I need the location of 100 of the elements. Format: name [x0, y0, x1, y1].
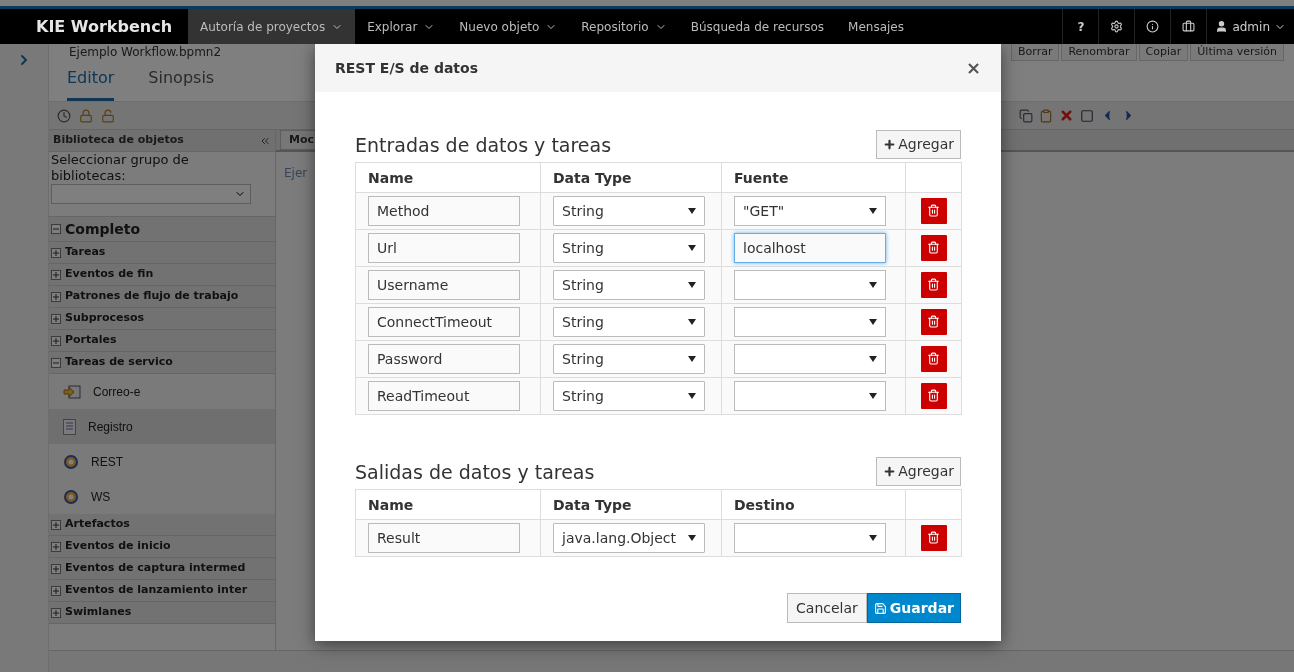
name-field[interactable]: ReadTimeout [368, 381, 520, 411]
trash-icon [927, 531, 940, 545]
source-field[interactable]: localhost [734, 233, 886, 263]
caret-icon [869, 393, 877, 399]
select-value: String [562, 349, 604, 369]
envelope-arrow-icon [63, 384, 81, 399]
caret-icon [869, 535, 877, 541]
delete-icon[interactable] [1059, 108, 1074, 123]
library-item[interactable]: Registro [49, 409, 275, 444]
info-icon [1146, 20, 1160, 33]
caret-icon [869, 356, 877, 362]
trash-icon [927, 278, 940, 292]
nav-menu[interactable]: Nuevo objeto [447, 9, 570, 44]
name-field[interactable]: Url [368, 233, 520, 263]
section-title: Entradas de datos y tareas [355, 132, 612, 158]
select-field[interactable]: String [553, 196, 705, 226]
caret-icon [688, 319, 696, 325]
nav-menu[interactable]: Búsqueda de recursos [678, 9, 837, 44]
gear-circle-icon [63, 453, 79, 470]
collapse-icon[interactable] [51, 357, 61, 368]
name-field[interactable]: Username [368, 270, 520, 300]
document-icon [63, 418, 76, 435]
library-section[interactable]: Tareas [65, 244, 106, 261]
column-header: Destino [734, 496, 795, 513]
name-field[interactable]: ConnectTimeout [368, 307, 520, 337]
history-icon[interactable] [57, 108, 71, 123]
document-title: Ejemplo Workflow.bpmn2 [69, 44, 222, 61]
unlock-icon[interactable] [101, 108, 115, 123]
save-button[interactable]: Guardar [866, 593, 961, 623]
expand-icon[interactable] [51, 585, 61, 596]
expand-icon[interactable] [51, 335, 61, 346]
select-value: String [562, 201, 604, 221]
delete-button[interactable] [920, 382, 947, 409]
expand-icon[interactable] [51, 519, 61, 530]
collapse-icon[interactable] [51, 224, 61, 234]
plus-icon [883, 465, 897, 478]
panel-title: Biblioteca de objetos [53, 132, 184, 149]
close-button[interactable]: × [965, 59, 981, 77]
source-select[interactable] [734, 523, 886, 553]
nav-menu[interactable]: Autoría de proyectos [188, 9, 356, 44]
name-field[interactable]: Method [368, 196, 520, 226]
expand-icon[interactable] [51, 313, 61, 324]
delete-button[interactable] [920, 345, 947, 372]
select-field[interactable]: String [553, 307, 705, 337]
source-select[interactable] [734, 344, 886, 374]
add-button[interactable]: Agregar [876, 130, 961, 159]
caret-icon [869, 282, 877, 288]
select-value: "GET" [743, 201, 785, 221]
expand-icon[interactable] [51, 269, 61, 280]
column-header: Name [368, 496, 414, 513]
caret-icon [688, 208, 696, 214]
column-header: Data Type [553, 169, 632, 186]
library-section[interactable]: Portales [65, 332, 117, 349]
brand-title: KIE Workbench [35, 15, 174, 38]
name-field[interactable]: Result [368, 523, 520, 553]
nav-menu[interactable]: Repositorio [569, 9, 679, 44]
source-select[interactable] [734, 307, 886, 337]
arrange-icon[interactable] [1080, 108, 1094, 123]
delete-button[interactable] [920, 197, 947, 224]
expand-icon[interactable] [51, 541, 61, 552]
paste-icon[interactable] [1039, 108, 1053, 123]
trash-icon [927, 352, 940, 366]
source-select[interactable] [734, 270, 886, 300]
column-header: Data Type [553, 496, 632, 513]
select-field[interactable]: String [553, 381, 705, 411]
caret-icon [688, 535, 696, 541]
add-button[interactable]: Agregar [876, 457, 961, 486]
source-select[interactable]: "GET" [734, 196, 886, 226]
copy-icon[interactable] [1019, 108, 1033, 123]
expand-icon[interactable] [51, 291, 61, 302]
trash-icon [927, 241, 940, 255]
caret-icon [688, 356, 696, 362]
select-field[interactable]: String [553, 233, 705, 263]
trash-icon [927, 315, 940, 329]
expand-icon[interactable] [51, 247, 61, 258]
column-header: Name [368, 169, 414, 186]
caret-icon [869, 208, 877, 214]
delete-button[interactable] [920, 524, 947, 551]
nav-menu[interactable]: Explorar [355, 9, 448, 44]
select-field[interactable]: String [553, 270, 705, 300]
lock-icon[interactable] [79, 108, 93, 123]
cancel-button[interactable]: Cancelar [787, 593, 867, 623]
plus-icon [883, 138, 897, 151]
name-field[interactable]: Password [368, 344, 520, 374]
select-field[interactable]: String [553, 344, 705, 374]
caret-icon [688, 245, 696, 251]
canvas-label: Ejer [284, 166, 308, 180]
delete-button[interactable] [920, 308, 947, 335]
column-header: Fuente [734, 169, 789, 186]
user-icon [1215, 20, 1229, 33]
delete-button[interactable] [920, 234, 947, 261]
source-select[interactable] [734, 381, 886, 411]
trash-icon [927, 389, 940, 403]
expand-icon[interactable] [51, 607, 61, 618]
nav-menu[interactable]: Mensajes [836, 9, 916, 44]
expand-icon[interactable] [51, 563, 61, 574]
caret-icon [688, 393, 696, 399]
delete-button[interactable] [920, 271, 947, 298]
editor-tab[interactable]: Sinopsis [148, 66, 215, 101]
select-field[interactable]: java.lang.Object [553, 523, 705, 553]
